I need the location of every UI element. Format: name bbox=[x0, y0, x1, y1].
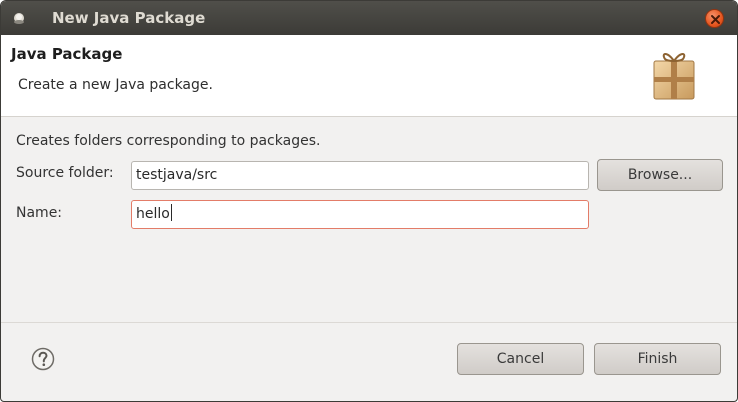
finish-button[interactable]: Finish bbox=[594, 343, 721, 375]
source-folder-label: Source folder: bbox=[16, 165, 114, 181]
browse-button[interactable]: Browse... bbox=[597, 159, 723, 191]
source-folder-value: testjava/src bbox=[136, 167, 218, 183]
wizard-banner: Java Package Create a new Java package. bbox=[1, 35, 737, 117]
window-title: New Java Package bbox=[52, 9, 206, 27]
wizard-content: Creates folders corresponding to package… bbox=[1, 117, 737, 323]
close-button[interactable] bbox=[705, 9, 724, 28]
wizard-page-title: Java Package bbox=[11, 45, 123, 63]
name-input[interactable]: hello bbox=[131, 200, 589, 229]
title-bar[interactable]: New Java Package bbox=[1, 1, 737, 35]
package-icon bbox=[653, 53, 695, 100]
name-value: hello bbox=[136, 206, 170, 222]
close-icon bbox=[711, 15, 720, 24]
text-caret bbox=[170, 204, 172, 221]
new-java-package-dialog: New Java Package Java Package Create a n… bbox=[0, 0, 738, 402]
cancel-button[interactable]: Cancel bbox=[457, 343, 584, 375]
page-hint: Creates folders corresponding to package… bbox=[16, 133, 321, 149]
window-menu-icon[interactable] bbox=[12, 11, 26, 25]
footer-separator bbox=[1, 322, 737, 323]
source-folder-input[interactable]: testjava/src bbox=[131, 161, 589, 190]
help-icon[interactable] bbox=[31, 347, 55, 371]
name-label: Name: bbox=[16, 205, 63, 221]
wizard-page-description: Create a new Java package. bbox=[18, 77, 213, 93]
